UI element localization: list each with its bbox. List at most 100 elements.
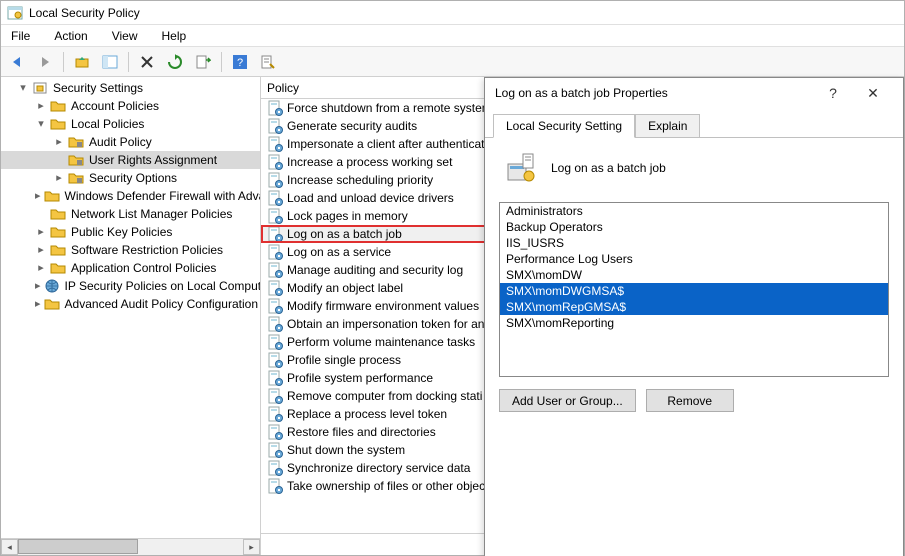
user-group-listbox[interactable]: AdministratorsBackup OperatorsIIS_IUSRSP… — [499, 202, 889, 377]
expand-icon[interactable]: ▸ — [35, 189, 41, 203]
delete-button[interactable] — [135, 50, 159, 74]
folder-icon — [68, 152, 84, 168]
tree-label: Application Control Policies — [69, 261, 218, 275]
tree-label: Account Policies — [69, 99, 161, 113]
user-right-icon — [267, 460, 283, 476]
folder-up-icon — [74, 54, 90, 70]
user-list-item[interactable]: IIS_IUSRS — [500, 235, 888, 251]
user-list-item[interactable]: SMX\momDWGMSA$ — [500, 283, 888, 299]
collapse-icon[interactable]: ▾ — [17, 81, 29, 95]
dialog-close-button[interactable]: ✕ — [853, 85, 893, 102]
expand-icon[interactable]: ▸ — [35, 279, 41, 293]
properties-button[interactable] — [256, 50, 280, 74]
back-button[interactable] — [5, 50, 29, 74]
expand-icon[interactable]: ▸ — [35, 99, 47, 113]
expand-icon[interactable]: ▸ — [35, 261, 47, 275]
remove-button[interactable]: Remove — [646, 389, 734, 412]
tree-item-nlmp[interactable]: Network List Manager Policies — [1, 205, 260, 223]
tree-item-secopt[interactable]: ▸ Security Options — [1, 169, 260, 187]
tree-item-local[interactable]: ▾ Local Policies — [1, 115, 260, 133]
export-button[interactable] — [191, 50, 215, 74]
menu-view[interactable]: View — [108, 27, 142, 45]
security-root-icon — [32, 80, 48, 96]
policy-label: Lock pages in memory — [287, 209, 408, 223]
tree-label: Local Policies — [69, 117, 146, 131]
help-button[interactable]: ? — [228, 50, 252, 74]
policy-label: Log on as a batch job — [287, 227, 402, 241]
tree-item-account[interactable]: ▸ Account Policies — [1, 97, 260, 115]
user-list-item[interactable]: SMX\momRepGMSA$ — [500, 299, 888, 315]
tree-item-acp[interactable]: ▸ Application Control Policies — [1, 259, 260, 277]
expand-icon[interactable]: ▸ — [53, 171, 65, 185]
tab-local-security-setting[interactable]: Local Security Setting — [493, 114, 635, 138]
user-list-item[interactable]: Performance Log Users — [500, 251, 888, 267]
collapse-icon[interactable]: ▾ — [35, 117, 47, 131]
scroll-right-button[interactable]: ▸ — [243, 539, 260, 555]
tree-item-pkp[interactable]: ▸Public Key Policies — [1, 223, 260, 241]
user-list-item[interactable]: Administrators — [500, 203, 888, 219]
user-right-icon — [267, 424, 283, 440]
tree-label: Audit Policy — [87, 135, 154, 149]
user-right-icon — [267, 370, 283, 386]
window-titlebar: Local Security Policy — [1, 1, 904, 25]
tree-item-audit[interactable]: ▸ Audit Policy — [1, 133, 260, 151]
user-right-icon — [267, 172, 283, 188]
svg-text:?: ? — [237, 57, 243, 69]
scroll-track[interactable] — [18, 539, 243, 555]
folder-icon — [50, 260, 66, 276]
user-list-item[interactable]: SMX\momReporting — [500, 315, 888, 331]
user-list-item[interactable]: SMX\momDW — [500, 267, 888, 283]
folder-icon — [68, 170, 84, 186]
menu-help[interactable]: Help — [158, 27, 191, 45]
user-right-icon — [267, 478, 283, 494]
refresh-button[interactable] — [163, 50, 187, 74]
scroll-left-button[interactable]: ◂ — [1, 539, 18, 555]
tree-item-ura[interactable]: User Rights Assignment — [1, 151, 260, 169]
user-right-icon — [267, 406, 283, 422]
folder-icon — [50, 98, 66, 114]
user-right-icon — [267, 226, 283, 242]
folder-icon — [50, 242, 66, 258]
menu-file[interactable]: File — [7, 27, 34, 45]
expand-icon[interactable]: ▸ — [53, 135, 65, 149]
navigation-tree[interactable]: ▾ Security Settings ▸ Account Policies ▾ Lo… — [1, 77, 260, 538]
policy-label: Generate security audits — [287, 119, 417, 133]
user-list-item[interactable]: Backup Operators — [500, 219, 888, 235]
user-right-icon — [267, 280, 283, 296]
window-title: Local Security Policy — [29, 6, 140, 20]
forward-button[interactable] — [33, 50, 57, 74]
user-right-icon — [267, 298, 283, 314]
tree-item-aapc[interactable]: ▸Advanced Audit Policy Configuration — [1, 295, 260, 313]
expand-icon[interactable]: ▸ — [35, 297, 41, 311]
user-right-icon — [267, 208, 283, 224]
dialog-body: Log on as a batch job AdministratorsBack… — [485, 138, 903, 556]
menu-action[interactable]: Action — [50, 27, 91, 45]
tab-explain[interactable]: Explain — [635, 114, 700, 137]
scroll-thumb[interactable] — [18, 539, 138, 554]
user-right-icon — [267, 190, 283, 206]
close-icon: ✕ — [867, 85, 879, 101]
tree-item-wdfa[interactable]: ▸Windows Defender Firewall with Advan — [1, 187, 260, 205]
user-right-icon — [267, 118, 283, 134]
user-right-icon — [267, 100, 283, 116]
expand-icon[interactable]: ▸ — [35, 243, 47, 257]
tree-item-ipsec[interactable]: ▸IP Security Policies on Local Computer — [1, 277, 260, 295]
dialog-policy-name: Log on as a batch job — [551, 161, 666, 175]
tree-horizontal-scrollbar[interactable]: ◂ ▸ — [1, 538, 260, 555]
arrow-right-icon — [37, 54, 53, 70]
policy-label: Profile system performance — [287, 371, 433, 385]
toolbar: ? — [1, 47, 904, 77]
app-icon — [7, 5, 23, 21]
properties-icon — [260, 54, 276, 70]
tree-item-srp[interactable]: ▸Software Restriction Policies — [1, 241, 260, 259]
properties-dialog: Log on as a batch job Properties ? ✕ Loc… — [484, 77, 904, 556]
tree-label: Security Options — [87, 171, 179, 185]
show-hide-tree-button[interactable] — [98, 50, 122, 74]
dialog-help-button[interactable]: ? — [813, 85, 853, 101]
add-user-group-button[interactable]: Add User or Group... — [499, 389, 636, 412]
expand-icon[interactable]: ▸ — [35, 225, 47, 239]
dialog-titlebar[interactable]: Log on as a batch job Properties ? ✕ — [485, 78, 903, 108]
folder-icon — [44, 188, 60, 204]
tree-root[interactable]: ▾ Security Settings — [1, 79, 260, 97]
up-button[interactable] — [70, 50, 94, 74]
